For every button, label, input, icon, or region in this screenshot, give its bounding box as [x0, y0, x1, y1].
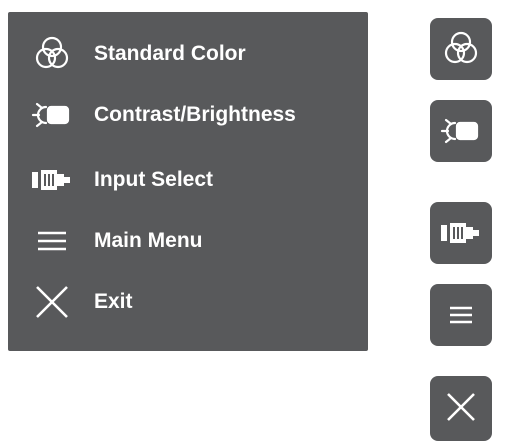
side-button-contrast-brightness[interactable]: [430, 100, 492, 162]
osd-quick-menu: Standard Color Contrast/Brightness Input…: [8, 12, 368, 351]
side-button-input-select[interactable]: [430, 202, 492, 264]
menu-item-input-select[interactable]: Input Select: [8, 154, 368, 206]
color-circles-icon: [30, 32, 74, 76]
side-button-standard-color[interactable]: [430, 18, 492, 80]
menu-item-label: Input Select: [94, 168, 214, 191]
menu-item-label: Exit: [94, 290, 133, 313]
brightness-icon: [439, 109, 483, 153]
close-icon: [30, 280, 74, 324]
input-select-icon: [439, 211, 483, 255]
menu-item-label: Standard Color: [94, 42, 246, 65]
close-icon: [439, 385, 483, 429]
menu-item-contrast-brightness[interactable]: Contrast/Brightness: [8, 89, 368, 141]
menu-item-standard-color[interactable]: Standard Color: [8, 28, 368, 80]
brightness-icon: [30, 93, 74, 137]
color-circles-icon: [439, 27, 483, 71]
menu-item-label: Contrast/Brightness: [94, 103, 296, 126]
menu-item-label: Main Menu: [94, 229, 203, 252]
hamburger-menu-icon: [30, 219, 74, 263]
side-button-main-menu[interactable]: [430, 284, 492, 346]
input-select-icon: [30, 158, 74, 202]
menu-item-exit[interactable]: Exit: [8, 276, 368, 328]
side-button-exit[interactable]: [430, 376, 492, 441]
hamburger-menu-icon: [439, 293, 483, 337]
menu-item-main-menu[interactable]: Main Menu: [8, 215, 368, 267]
